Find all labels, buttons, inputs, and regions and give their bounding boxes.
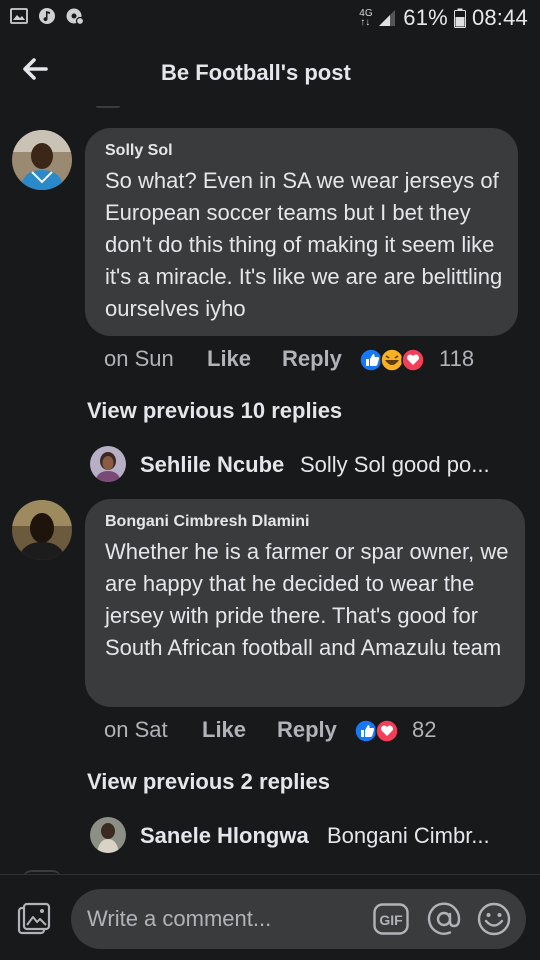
page-title: Be Football's post [161,60,351,85]
comment-author[interactable]: Solly Sol [105,142,173,160]
reply-preview: Solly Sol good po... [300,452,490,477]
comment-bubble[interactable]: Bongani Cimbresh Dlamini Whether he is a… [85,499,525,707]
reply-author[interactable]: Sehlile Ncube [140,452,284,478]
comment-text: Whether he is a farmer or spar owner, we… [105,539,509,660]
gif-label: GIF [379,912,403,928]
gif-icon[interactable]: GIF [373,903,409,935]
mention-icon[interactable] [426,901,462,937]
back-arrow-icon[interactable] [20,54,50,84]
battery-percent: 61% [403,5,448,30]
like-button[interactable]: Like [202,717,246,743]
reply-button[interactable]: Reply [277,717,337,743]
clock: 08:44 [471,5,528,30]
settings-notification-icon [66,8,84,25]
avatar[interactable] [90,817,126,853]
comment-author[interactable]: Bongani Cimbresh Dlamini [105,513,309,531]
reply-author[interactable]: Sanele Hlongwa [140,823,309,849]
avatar[interactable] [12,130,72,190]
battery-icon [453,8,466,28]
signal-icon [379,10,396,26]
reactions-summary[interactable] [359,348,425,372]
network-activity: ↑↓ [360,17,371,28]
latest-reply[interactable]: Sehlile Ncube Solly Sol good po... [90,446,520,486]
gallery-notification-icon [10,8,28,24]
reactions-summary[interactable] [354,719,399,743]
comment-text: So what? Even in SA we wear jerseys of E… [105,168,503,321]
like-button[interactable]: Like [207,346,251,372]
avatar[interactable] [12,500,72,560]
reply-button[interactable]: Reply [282,346,342,372]
comment-placeholder: Write a comment... [87,906,272,931]
reaction-count[interactable]: 82 [412,717,436,743]
view-previous-replies[interactable]: View previous 10 replies [87,398,342,424]
reaction-count[interactable]: 118 [439,346,474,372]
comment-time[interactable]: on Sun [104,346,174,372]
avatar[interactable] [90,446,126,482]
header: Be Football's post [0,36,540,106]
comment-input[interactable]: Write a comment... GIF [71,889,526,949]
status-bar: 4G ↑↓ 61% 08:44 [0,0,540,36]
comment-bubble[interactable]: Solly Sol So what? Even in SA we wear je… [85,128,518,336]
photo-icon[interactable] [16,901,52,937]
comment-composer: Write a comment... GIF [0,874,540,960]
music-notification-icon [39,8,55,24]
emoji-icon[interactable] [476,901,512,937]
comment-actions: on Sat Like Reply 82 [104,717,514,747]
comments-feed[interactable]: Solly Sol So what? Even in SA we wear je… [0,106,540,874]
previous-comment-edge [96,106,120,108]
comment-time[interactable]: on Sat [104,717,168,743]
system-status: 4G ↑↓ 61% 08:44 [359,5,528,31]
network-indicator: 4G ↑↓ [359,9,372,28]
reply-preview: Bongani Cimbr... [327,823,490,848]
notification-icons [10,7,84,25]
view-previous-replies[interactable]: View previous 2 replies [87,769,330,795]
comment-actions: on Sun Like Reply 118 [104,346,514,376]
latest-reply[interactable]: Sanele Hlongwa Bongani Cimbr... [90,817,520,857]
